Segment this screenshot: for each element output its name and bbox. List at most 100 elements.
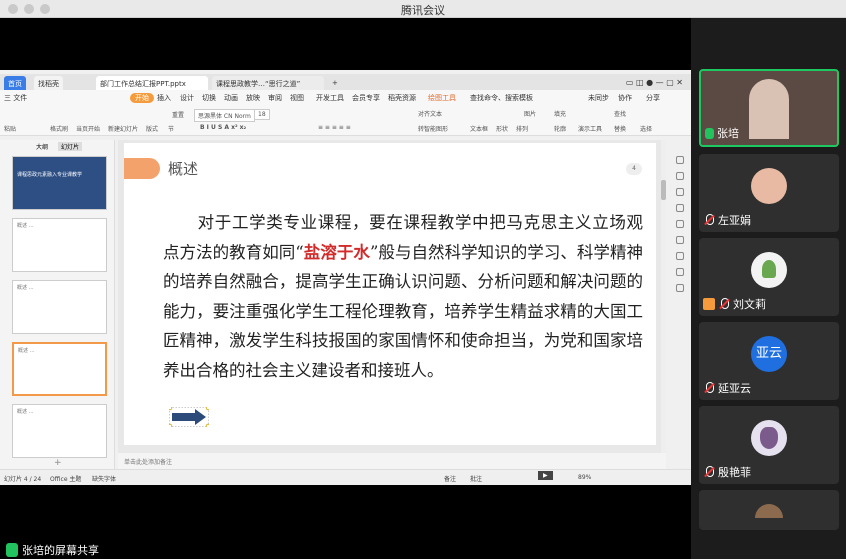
- participant-name-row: 殷艳菲: [703, 464, 751, 480]
- tool-icon[interactable]: [676, 188, 684, 196]
- slide-thumbnail-1[interactable]: 课程思政元素融入专业课教学: [12, 156, 107, 210]
- plant-icon: [762, 260, 776, 278]
- tool-icon[interactable]: [676, 220, 684, 228]
- tool-icon[interactable]: [676, 236, 684, 244]
- font-size-select[interactable]: 18: [254, 109, 270, 120]
- add-slide-icon[interactable]: +: [54, 458, 62, 468]
- slide-thumbnail-5[interactable]: 5 概述 …: [12, 404, 107, 458]
- participant-video: [749, 79, 789, 139]
- scrollbar-thumb[interactable]: [661, 180, 666, 200]
- participant-tile-6[interactable]: [699, 490, 839, 530]
- show-tools-button[interactable]: 演示工具: [578, 124, 602, 133]
- vertical-scrollbar[interactable]: [661, 140, 666, 453]
- thumb-text: 概述 …: [17, 409, 34, 415]
- format-painter-button[interactable]: 格式刷: [50, 124, 68, 133]
- tool-icon[interactable]: [676, 252, 684, 260]
- bold-icon[interactable]: B I U S A x² x₂: [200, 124, 246, 131]
- textbox-button[interactable]: 文本框: [470, 124, 488, 133]
- slide-editor: 概述 4 对于工学类专业课程，要在课程教学中把马克思主义立场观点方法的教育如同“…: [118, 140, 666, 453]
- thumb-text: 概述 …: [18, 348, 35, 354]
- tab-course-doc[interactable]: 课程思政教学…“思行之道”: [212, 76, 324, 90]
- align-text-button[interactable]: 对齐文本: [418, 109, 442, 118]
- tab-docer[interactable]: 找稻壳: [34, 76, 63, 90]
- mic-muted-icon: [703, 466, 715, 478]
- thumb-text: 课程思政元素融入专业课教学: [17, 172, 83, 178]
- participant-tile-3[interactable]: 刘文莉: [699, 238, 839, 316]
- tool-icon[interactable]: [676, 268, 684, 276]
- mic-muted-icon: [718, 298, 730, 310]
- participant-name-row: 刘文莉: [703, 296, 766, 312]
- participant-tile-4[interactable]: 亚云 延亚云: [699, 322, 839, 400]
- shape-button[interactable]: 形状: [496, 124, 508, 133]
- new-tab-button[interactable]: +: [328, 76, 342, 90]
- share-button[interactable]: 分享: [646, 93, 660, 103]
- zoom-level[interactable]: 89%: [578, 474, 591, 481]
- tab-home[interactable]: 首页: [4, 76, 26, 90]
- missing-font[interactable]: 缺失字体: [92, 474, 116, 483]
- menu-review[interactable]: 审阅: [268, 93, 282, 103]
- menu-docer[interactable]: 稻壳资源: [388, 93, 416, 103]
- tool-icon[interactable]: [676, 156, 684, 164]
- sync-status[interactable]: 未同步: [588, 93, 609, 103]
- replace-button[interactable]: 替换: [614, 124, 626, 133]
- fill-button[interactable]: 填充: [554, 109, 566, 118]
- menu-start[interactable]: 开始: [130, 93, 154, 103]
- participant-tile-2[interactable]: 左亚娟: [699, 154, 839, 232]
- arrange-button[interactable]: 排列: [516, 124, 528, 133]
- window-titlebar: 腾讯会议: [0, 0, 846, 18]
- avatar: [751, 252, 787, 288]
- tool-icon[interactable]: [676, 204, 684, 212]
- menu-file[interactable]: 三 文件: [4, 93, 27, 103]
- notes-toggle[interactable]: 备注: [444, 474, 456, 483]
- menu-animation[interactable]: 动画: [224, 93, 238, 103]
- new-slide-button[interactable]: 新建幻灯片: [108, 124, 138, 133]
- menu-slideshow[interactable]: 放映: [246, 93, 260, 103]
- ppt-ribbon: 粘贴 格式刷 当页开始 新建幻灯片 版式 节 重置 思源黑体 CN Norm 1…: [0, 104, 691, 136]
- current-slide[interactable]: 概述 4 对于工学类专业课程，要在课程教学中把马克思主义立场观点方法的教育如同“…: [124, 143, 656, 445]
- reset-button[interactable]: 重置: [172, 110, 184, 119]
- share-bottom-margin: [0, 485, 691, 559]
- slide-thumbnail-2[interactable]: 2 概述 …: [12, 218, 107, 272]
- menu-design[interactable]: 设计: [180, 93, 194, 103]
- menu-devtools[interactable]: 开发工具: [316, 93, 344, 103]
- align-icons[interactable]: ≡ ≡ ≡ ≡ ≡: [318, 124, 351, 131]
- search-command-input[interactable]: 查找命令、搜索模板: [470, 93, 533, 103]
- tab-outline[interactable]: 大纲: [36, 142, 48, 151]
- menu-view[interactable]: 视图: [290, 93, 304, 103]
- slide-body-text[interactable]: 对于工学类专业课程，要在课程教学中把马克思主义立场观点方法的教育如同“盐溶于水”…: [163, 208, 643, 385]
- convert-smartart-button[interactable]: 转智能图形: [418, 124, 448, 133]
- find-button[interactable]: 查找: [614, 109, 626, 118]
- font-name-select[interactable]: 思源黑体 CN Norm: [194, 109, 255, 122]
- tab-slides[interactable]: 幻灯片: [58, 142, 83, 151]
- participant-tile-1[interactable]: 张培: [699, 69, 839, 147]
- menu-drawing-tools[interactable]: 绘图工具: [428, 93, 456, 103]
- collaborate-button[interactable]: 协作: [618, 93, 632, 103]
- share-top-margin: [0, 18, 691, 70]
- outline-button[interactable]: 轮廓: [554, 124, 566, 133]
- layout-button[interactable]: 版式: [146, 124, 158, 133]
- menu-transition[interactable]: 切换: [202, 93, 216, 103]
- window-controls-icon[interactable]: ▭ ◫ ● — ▢ ✕: [626, 78, 683, 87]
- slide-thumbnail-4[interactable]: 4 概述 …: [12, 342, 107, 396]
- menu-member[interactable]: 会员专享: [352, 93, 380, 103]
- play-icon[interactable]: ▶: [538, 471, 553, 480]
- paste-button[interactable]: 粘贴: [4, 124, 16, 133]
- tab-ppt-file[interactable]: 部门工作总结汇报PPT.pptx: [96, 76, 208, 90]
- selected-arrow-shape[interactable]: [169, 407, 209, 427]
- menu-insert[interactable]: 插入: [157, 93, 171, 103]
- comments-toggle[interactable]: 批注: [470, 474, 482, 483]
- slide-page-number: 4: [626, 163, 642, 175]
- ppt-menubar: 三 文件 开始 插入 设计 切换 动画 放映 审阅 视图 开发工具 会员专享 稻…: [0, 90, 691, 104]
- ppt-tab-strip: 首页 找稻壳 部门工作总结汇报PPT.pptx 课程思政教学…“思行之道” + …: [0, 74, 691, 90]
- participant-tile-5[interactable]: 殷艳菲: [699, 406, 839, 484]
- select-button[interactable]: 选择: [640, 124, 652, 133]
- tool-icon[interactable]: [676, 284, 684, 292]
- section-button[interactable]: 节: [168, 124, 174, 133]
- avatar: [755, 504, 783, 518]
- tool-icon[interactable]: [676, 172, 684, 180]
- picture-button[interactable]: 图片: [524, 109, 536, 118]
- cat-icon: [760, 427, 778, 449]
- start-current-slide-button[interactable]: 当页开始: [76, 124, 100, 133]
- slide-thumbnail-3[interactable]: 3 概述 …: [12, 280, 107, 334]
- notes-area[interactable]: 单击此处添加备注: [118, 453, 666, 469]
